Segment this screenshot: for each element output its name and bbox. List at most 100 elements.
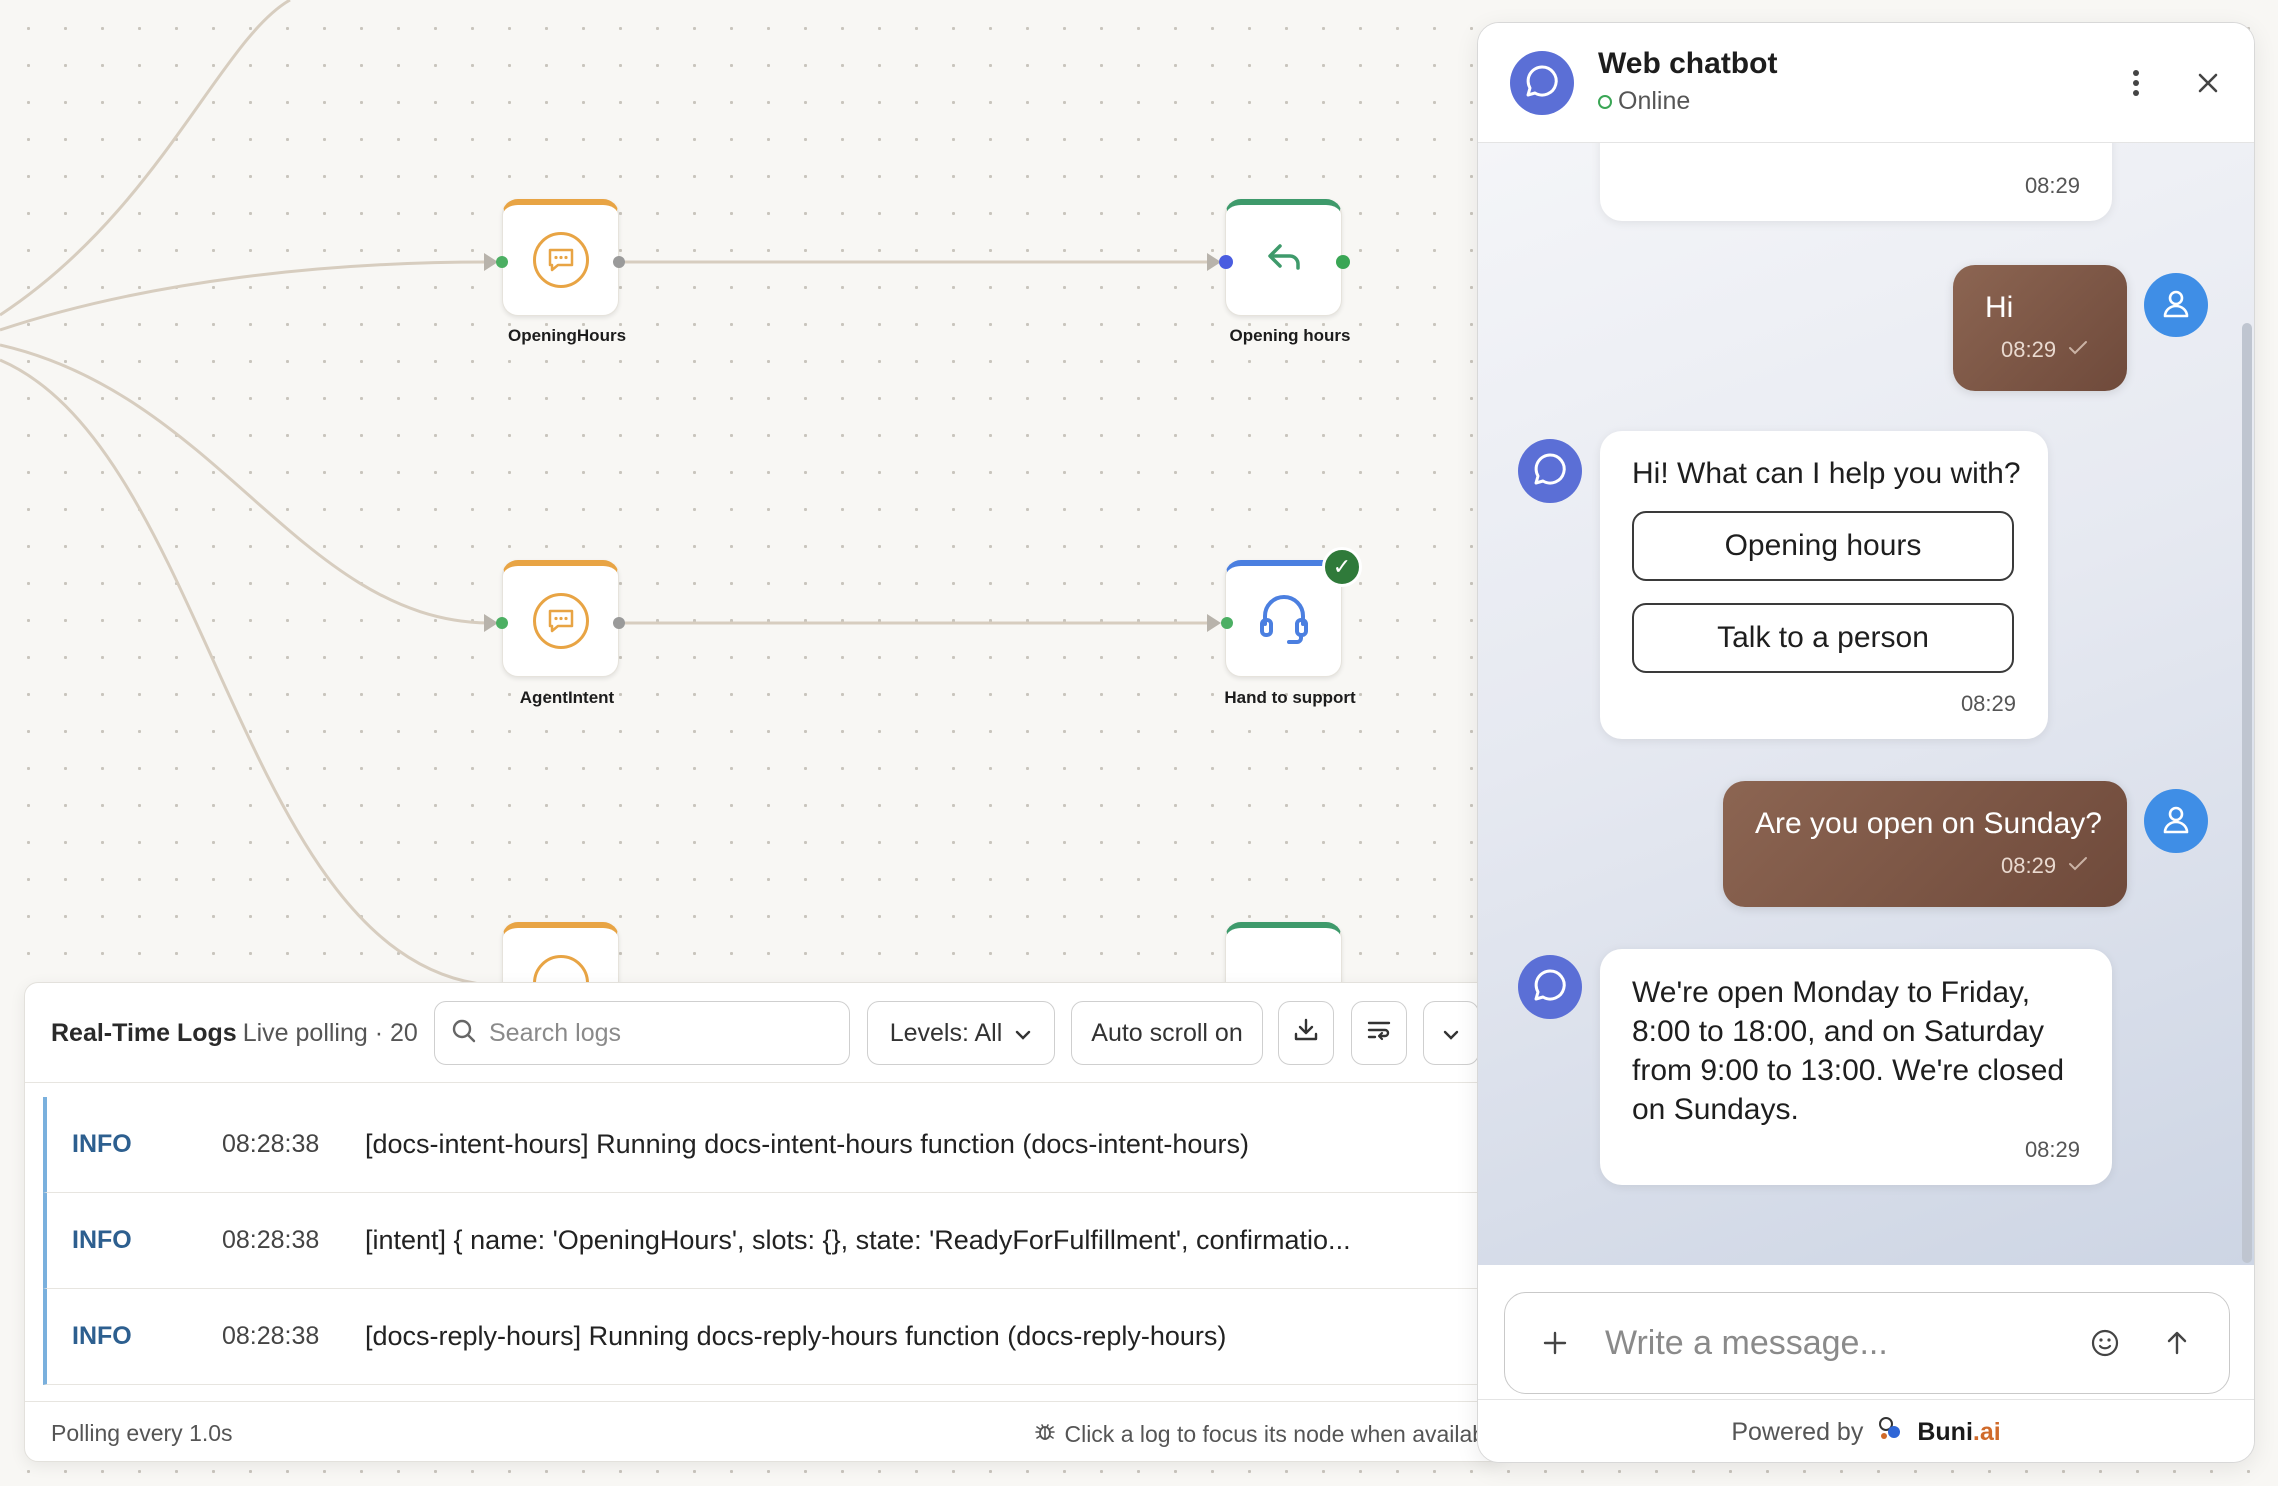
collapse-logs-button[interactable] xyxy=(1423,1001,1479,1065)
log-message: [docs-reply-hours] Running docs-reply-ho… xyxy=(365,1321,1227,1351)
buni-logo-icon xyxy=(1875,1414,1905,1451)
log-row[interactable]: INFO 08:28:38 [docs-reply-hours] Running… xyxy=(43,1289,1503,1385)
emoji-button[interactable] xyxy=(2089,1327,2121,1364)
reply-arrow-icon xyxy=(1264,242,1304,279)
kebab-menu-icon xyxy=(2132,69,2140,102)
message-line: from 9:00 to 13:00. We're closed xyxy=(1632,1054,2065,1087)
message-time: 08:29 xyxy=(2024,173,2080,198)
node-label: AgentIntent xyxy=(519,688,615,707)
chat-bubble-icon xyxy=(532,593,589,649)
message-line: on Sundays. xyxy=(1632,1093,1799,1126)
sent-check-icon xyxy=(2067,855,2089,878)
chat-widget: Web chatbot Online 08:29 Hi 08:29 Hi! Wh… xyxy=(1477,22,2255,1463)
log-time: 08:28:38 xyxy=(222,1322,320,1350)
chat-messages[interactable]: 08:29 Hi 08:29 Hi! What can I help you w… xyxy=(1478,143,2254,1265)
message-input[interactable] xyxy=(1605,1323,2075,1363)
chat-status-text: Online xyxy=(1618,87,1691,115)
bot-message: 08:29 xyxy=(1600,143,2112,221)
user-icon xyxy=(2160,287,2192,324)
log-time: 08:28:38 xyxy=(222,1130,320,1158)
log-level: INFO xyxy=(72,1130,132,1158)
logs-title-text: Real-Time Logs xyxy=(51,1019,237,1047)
user-message: Are you open on Sunday? 08:29 xyxy=(1723,781,2127,907)
message-time: 08:29 xyxy=(2024,1137,2080,1162)
bot-avatar xyxy=(1518,439,1582,503)
quick-reply-opening-hours[interactable]: Opening hours xyxy=(1632,511,2014,581)
output-port[interactable] xyxy=(613,256,625,268)
log-message: [docs-intent-hours] Running docs-intent-… xyxy=(365,1129,1249,1159)
node-label: OpeningHours xyxy=(507,326,627,345)
input-port[interactable] xyxy=(1221,617,1233,629)
message-time: 08:29 xyxy=(2001,337,2057,362)
auto-scroll-toggle[interactable]: Auto scroll on xyxy=(1071,1001,1263,1065)
arrow-up-icon xyxy=(2167,1331,2187,1355)
bug-icon xyxy=(1034,1420,1056,1448)
auto-scroll-label: Auto scroll on xyxy=(1091,1018,1243,1047)
log-time: 08:28:38 xyxy=(222,1226,320,1254)
add-attachment-button[interactable] xyxy=(1541,1329,1569,1362)
flow-node-openinghours[interactable] xyxy=(502,199,619,316)
logs-header: Real-Time LogsLive polling · 20 Levels: … xyxy=(25,983,1503,1083)
log-message: [intent] { name: 'OpeningHours', slots: … xyxy=(365,1225,1351,1255)
powered-by-text: Powered by xyxy=(1731,1417,1864,1446)
powered-by-footer: Powered by Buni.ai xyxy=(1478,1399,2254,1462)
close-chat-button[interactable] xyxy=(2190,67,2226,103)
user-avatar xyxy=(2144,273,2208,337)
output-port[interactable] xyxy=(613,617,625,629)
user-avatar xyxy=(2144,789,2208,853)
input-port[interactable] xyxy=(496,256,508,268)
brand-name[interactable]: Buni.ai xyxy=(1917,1418,2000,1447)
focus-hint: Click a log to focus its node when avail… xyxy=(1034,1420,1503,1448)
send-button[interactable] xyxy=(2161,1327,2193,1364)
chat-input-area xyxy=(1478,1265,2254,1420)
message-time: 08:29 xyxy=(1960,691,2016,716)
user-icon xyxy=(2160,803,2192,840)
quick-reply-talk-to-person[interactable]: Talk to a person xyxy=(1632,603,2014,673)
wrap-lines-button[interactable] xyxy=(1351,1001,1407,1065)
chevron-down-icon xyxy=(1014,1019,1032,1048)
brand-name-suffix: .ai xyxy=(1972,1417,2001,1446)
flow-edges xyxy=(0,0,1221,987)
message-time: 08:29 xyxy=(2001,853,2057,878)
bot-message: Hi! What can I help you with? Opening ho… xyxy=(1600,431,2048,739)
bot-avatar xyxy=(1518,955,1582,1019)
chat-status: Online xyxy=(1598,87,1690,116)
headset-icon xyxy=(1257,594,1311,649)
more-options-button[interactable] xyxy=(2118,67,2154,103)
message-text: We're open Monday to Friday, 8:00 to 18:… xyxy=(1632,973,2064,1129)
input-port[interactable] xyxy=(1219,255,1233,269)
sent-check-icon xyxy=(2067,339,2089,362)
download-icon xyxy=(1292,1016,1320,1051)
levels-dropdown[interactable]: Levels: All xyxy=(867,1001,1055,1065)
wrap-text-icon xyxy=(1365,1018,1393,1049)
logs-panel: Real-Time LogsLive polling · 20 Levels: … xyxy=(24,982,1504,1462)
download-logs-button[interactable] xyxy=(1278,1001,1334,1065)
brand-name-main: Buni xyxy=(1917,1417,1973,1446)
message-line: 8:00 to 18:00, and on Saturday xyxy=(1632,1015,2044,1048)
log-level: INFO xyxy=(72,1322,132,1350)
chat-title: Web chatbot xyxy=(1598,47,1778,80)
message-text: Are you open on Sunday? xyxy=(1755,807,2102,840)
logs-footer: Polling every 1.0s Click a log to focus … xyxy=(25,1401,1503,1461)
flow-node-agentintent[interactable] xyxy=(502,560,619,677)
message-line: We're open Monday to Friday, xyxy=(1632,976,2031,1009)
flow-node-opening-hours[interactable] xyxy=(1225,199,1342,316)
search-logs-input[interactable] xyxy=(489,1018,829,1048)
user-message: Hi 08:29 xyxy=(1953,265,2127,391)
log-row[interactable]: INFO 08:28:38 [docs-intent-hours] Runnin… xyxy=(43,1097,1503,1193)
bot-message: We're open Monday to Friday, 8:00 to 18:… xyxy=(1600,949,2112,1185)
levels-dropdown-label: Levels: All xyxy=(889,1018,1003,1047)
search-logs-box[interactable] xyxy=(434,1001,850,1065)
chevron-down-icon xyxy=(1442,1019,1460,1048)
success-check-icon: ✓ xyxy=(1322,547,1362,587)
log-level: INFO xyxy=(72,1226,132,1254)
output-port[interactable] xyxy=(1336,255,1350,269)
logs-subtitle: Live polling · 20 xyxy=(242,1019,418,1047)
logs-title: Real-Time Logs Live polling · 20 xyxy=(51,1019,418,1048)
input-port[interactable] xyxy=(496,617,508,629)
message-text: Hi xyxy=(1985,291,2014,324)
log-row[interactable]: INFO 08:28:38 [intent] { name: 'OpeningH… xyxy=(43,1193,1503,1289)
emoji-icon xyxy=(2091,1329,2119,1357)
message-composer[interactable] xyxy=(1504,1292,2230,1394)
chat-scrollbar[interactable] xyxy=(2242,323,2252,1263)
